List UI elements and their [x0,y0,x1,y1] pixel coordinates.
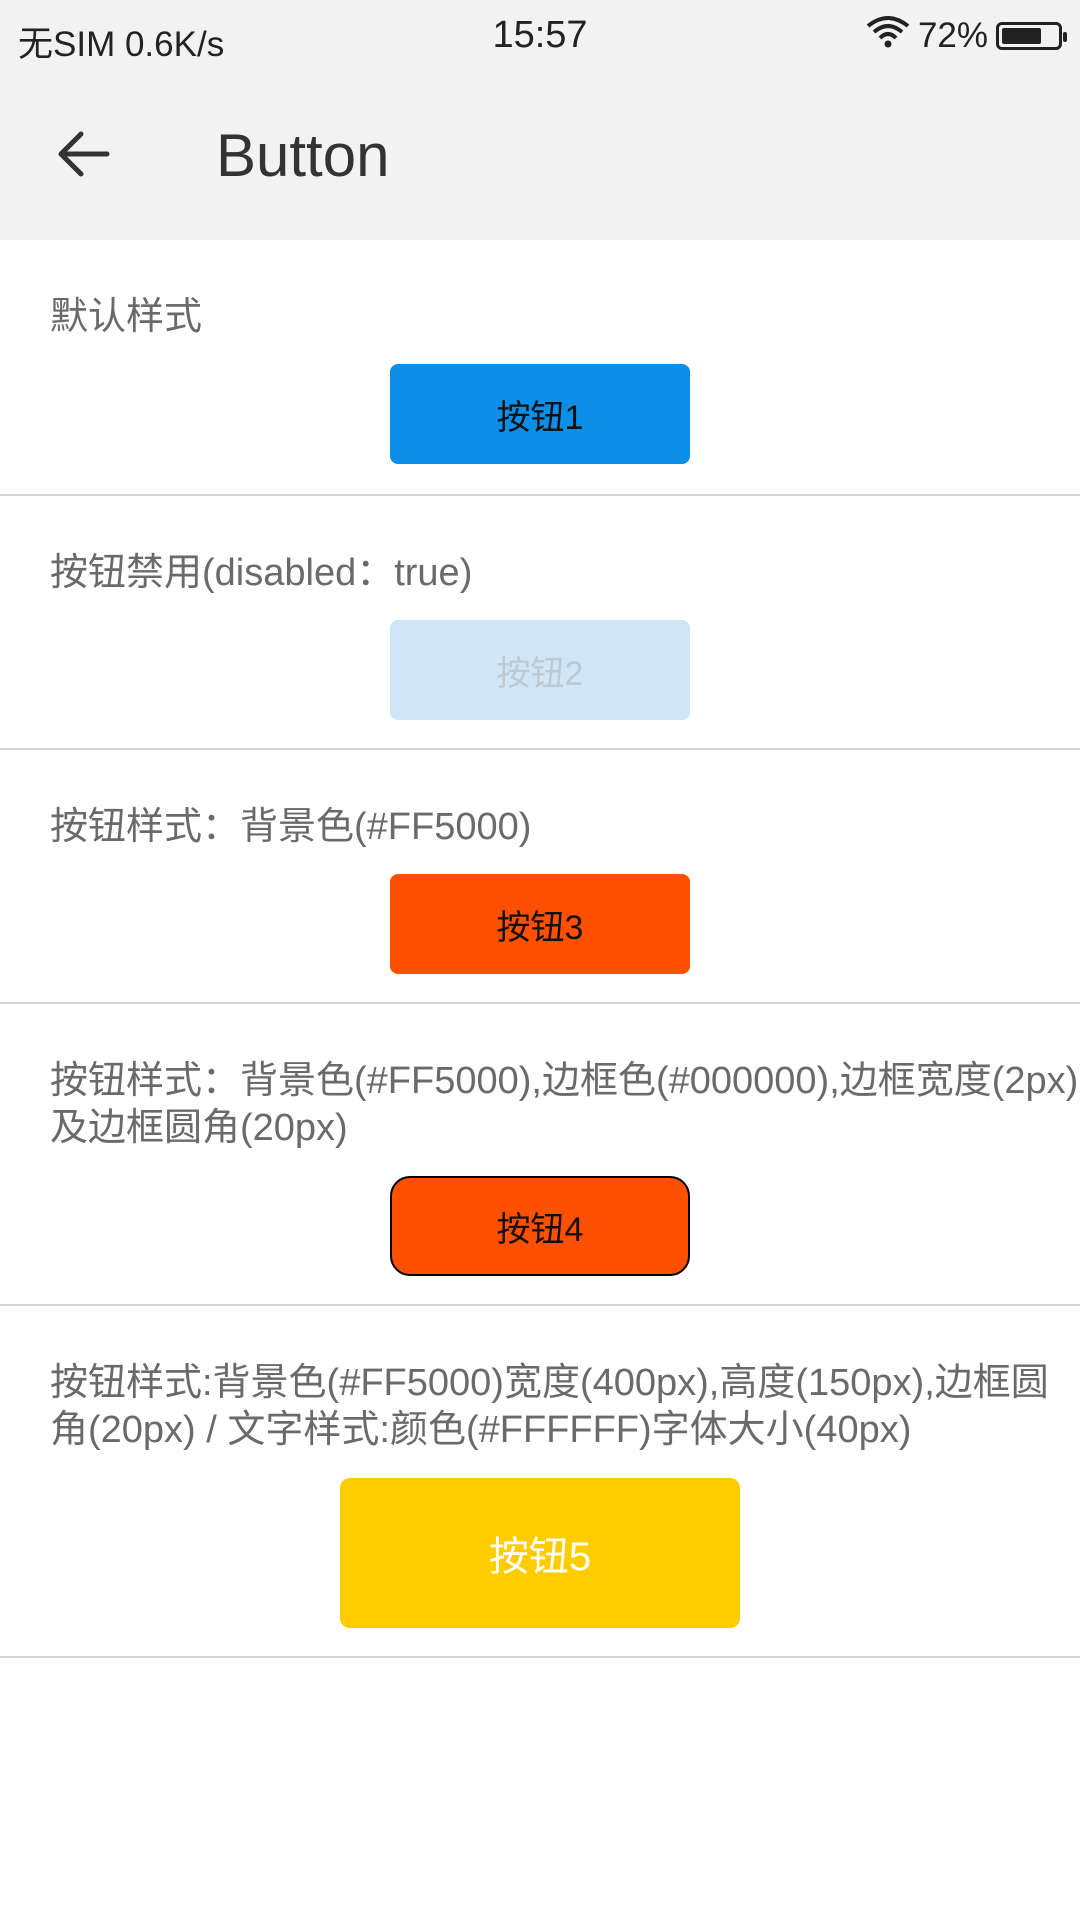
section-border: 按钮样式：背景色(#FF5000),边框色(#000000),边框宽度(2px)… [0,1004,1080,1306]
button-1[interactable]: 按钮1 [390,364,690,464]
section-bg-color: 按钮样式：背景色(#FF5000) 按钮3 [0,750,1080,1004]
page-title: Button [216,122,390,189]
battery-percent: 72% [917,15,988,55]
button-5[interactable]: 按钮5 [340,1478,740,1628]
status-bar: 无SIM 0.6K/s 15:57 72% [0,0,1080,77]
app-bar: Button [0,77,1080,240]
button-3[interactable]: 按钮3 [390,874,690,974]
button-4[interactable]: 按钮4 [390,1176,690,1276]
button-2-disabled[interactable]: 按钮2 [390,620,690,720]
section-label: 按钮禁用(disabled：true) [50,552,473,594]
battery-level-fill [1002,27,1041,44]
status-right: 72% [866,14,1067,57]
section-label: 按钮样式:背景色(#FF5000)宽度(400px),高度(150px),边框圆… [50,1362,1049,1451]
section-label: 按钮样式：背景色(#FF5000) [50,806,532,848]
back-button[interactable] [48,119,118,189]
section-default: 默认样式 按钮1 [0,240,1080,496]
back-arrow-icon [58,131,110,177]
battery-icon [996,21,1067,50]
section-label: 按钮样式：背景色(#FF5000),边框色(#000000),边框宽度(2px)… [50,1060,1079,1149]
section-disabled: 按钮禁用(disabled：true) 按钮2 [0,496,1080,750]
wifi-icon [866,14,910,57]
section-label: 默认样式 [50,296,203,338]
section-custom-size: 按钮样式:背景色(#FF5000)宽度(400px),高度(150px),边框圆… [0,1306,1080,1658]
